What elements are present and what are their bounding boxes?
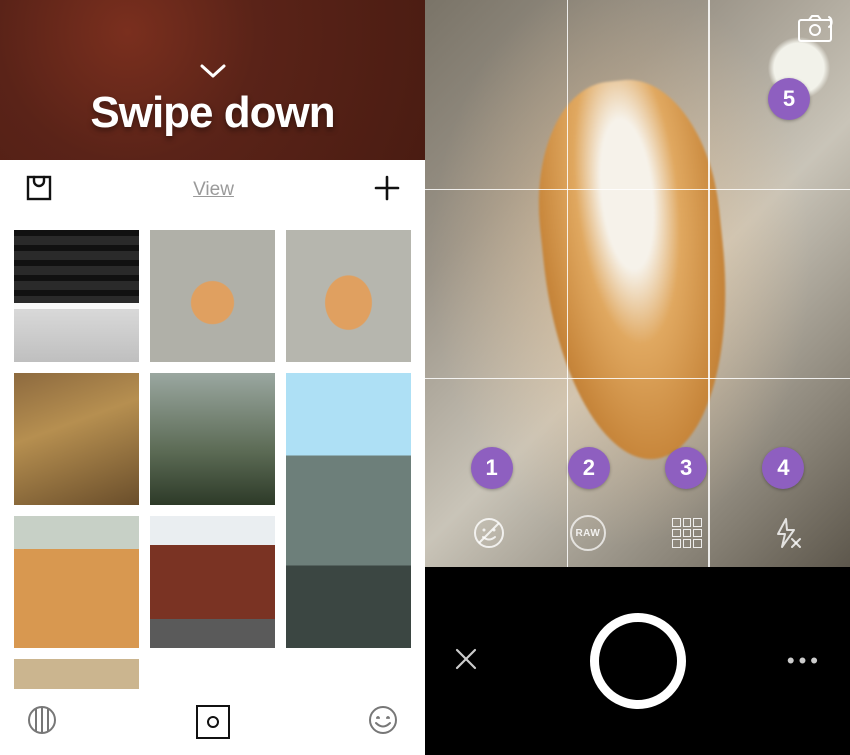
- photo-thumb[interactable]: [14, 659, 139, 689]
- annotation-badge-row: 1 2 3 4: [425, 447, 850, 489]
- viewfinder-subject: [526, 72, 745, 469]
- face-detect-icon[interactable]: [469, 513, 509, 553]
- photo-thumb[interactable]: [150, 516, 275, 648]
- shutter-button[interactable]: [590, 613, 686, 709]
- annotation-badge-2: 2: [568, 447, 610, 489]
- flash-off-icon[interactable]: [766, 513, 806, 553]
- annotation-badge-3: 3: [665, 447, 707, 489]
- switch-camera-icon[interactable]: [796, 14, 834, 44]
- library-bottom-bar: [0, 689, 425, 755]
- view-link[interactable]: View: [193, 179, 234, 201]
- camera-lens-icon: [207, 716, 219, 728]
- bag-icon[interactable]: [24, 173, 54, 208]
- photo-thumb[interactable]: [150, 230, 275, 362]
- annotation-badge-4: 4: [762, 447, 804, 489]
- raw-label: RAW: [570, 515, 606, 551]
- add-icon[interactable]: [373, 174, 401, 207]
- photo-thumb[interactable]: [150, 373, 275, 505]
- photo-thumb[interactable]: [14, 230, 139, 362]
- smile-icon[interactable]: [367, 704, 399, 741]
- camera-bottom-bar: •••: [425, 567, 850, 755]
- hero-banner[interactable]: Swipe down: [0, 0, 425, 160]
- chevron-down-icon: [198, 62, 228, 85]
- camera-icon[interactable]: [196, 705, 230, 739]
- grid-icon[interactable]: [667, 513, 707, 553]
- hero-title: Swipe down: [90, 88, 334, 138]
- photo-thumb[interactable]: [14, 373, 139, 505]
- photo-grid: [0, 220, 425, 689]
- library-panel: Swipe down View: [0, 0, 425, 755]
- camera-panel: 5 1 2 3 4 RAW: [425, 0, 850, 755]
- filter-presets-icon[interactable]: [26, 704, 58, 741]
- photo-thumb[interactable]: [286, 373, 411, 648]
- more-icon[interactable]: •••: [787, 648, 822, 674]
- annotation-badge-5: 5: [768, 78, 810, 120]
- camera-viewfinder[interactable]: 5 1 2 3 4 RAW: [425, 0, 850, 567]
- photo-thumb[interactable]: [14, 516, 139, 648]
- raw-icon[interactable]: RAW: [568, 513, 608, 553]
- photo-thumb[interactable]: [286, 230, 411, 362]
- library-toolbar: View: [0, 160, 425, 220]
- annotation-badge-1: 1: [471, 447, 513, 489]
- camera-option-row: RAW: [425, 513, 850, 553]
- close-icon[interactable]: [453, 646, 479, 677]
